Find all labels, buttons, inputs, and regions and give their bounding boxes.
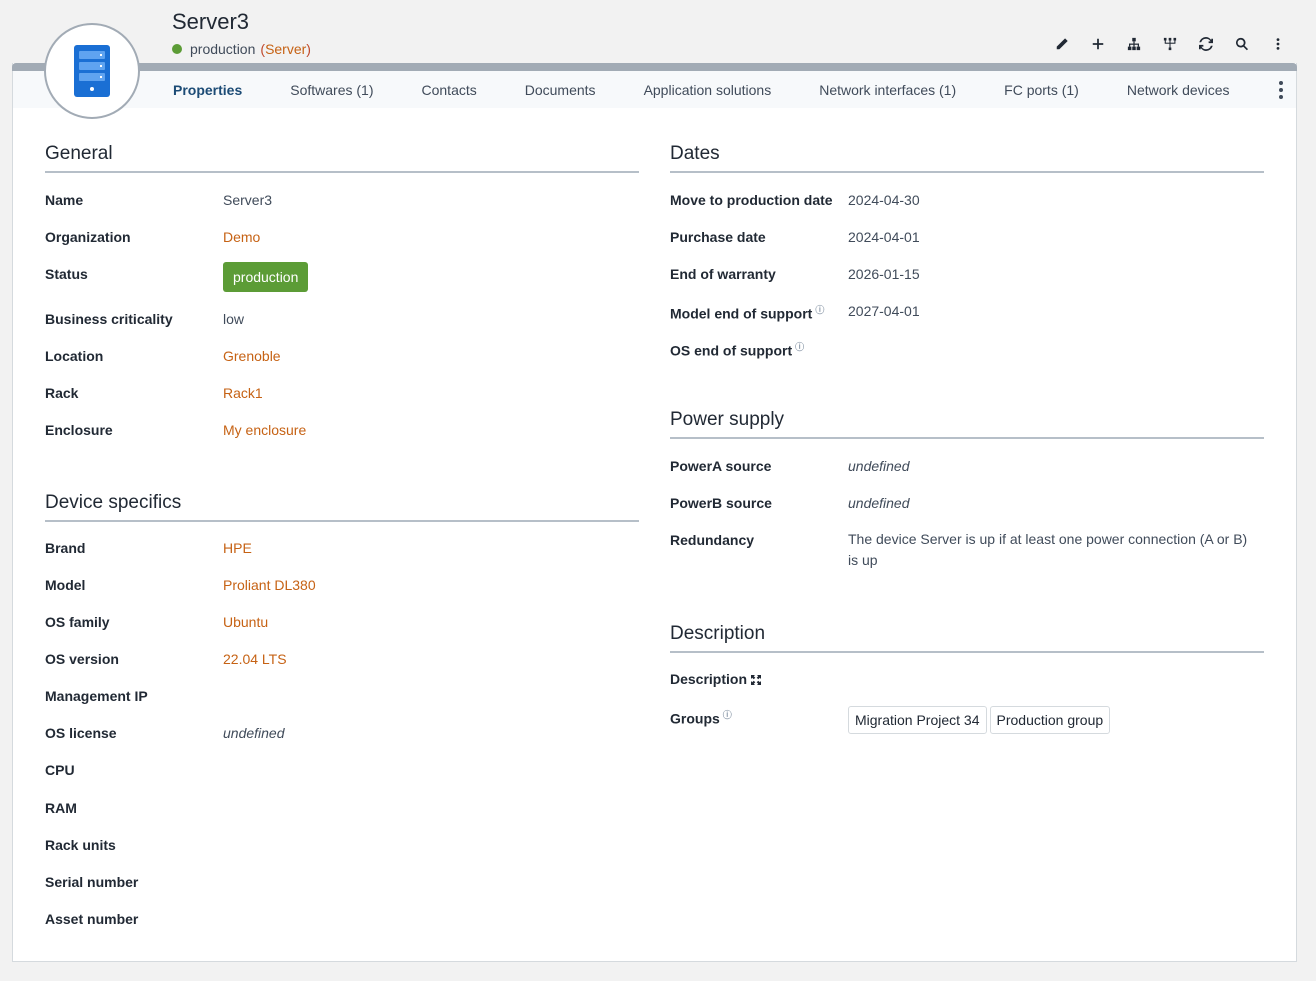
group-chip[interactable]: Migration Project 34 [848,706,987,734]
field-label: Rack units [45,837,116,853]
section-title: Description [670,623,1264,653]
status-dot-icon [172,44,182,54]
section-title: General [45,143,639,173]
add-button[interactable] [1080,33,1116,55]
field-value: The device Server is up if at least one … [848,531,1248,568]
field-label: RAM [45,800,77,816]
object-header: Server3 production (Server) [0,0,1316,64]
tab-application-solutions[interactable]: Application solutions [644,82,772,98]
server-icon [74,45,110,97]
field-label: PowerB source [670,495,772,511]
os-version-link[interactable]: 22.04 LTS [223,651,287,667]
more-icon [1276,38,1280,50]
field-value: undefined [848,458,910,474]
expand-icon[interactable] [751,672,762,688]
field-label: Location [45,348,104,364]
tab-contacts[interactable]: Contacts [422,82,477,98]
search-icon [1236,37,1249,51]
info-icon[interactable]: ⓘ [795,342,804,352]
field-label: Serial number [45,874,139,890]
field-label: Description [670,671,762,688]
edit-icon [1056,38,1068,50]
field-label: Groups ⓘ [670,710,732,727]
field-label: OS end of support ⓘ [670,342,805,359]
section-dates: Dates [670,143,1264,173]
section-description: Description [670,623,1264,653]
field-label: Model end of support ⓘ [670,305,825,322]
brand-link[interactable]: HPE [223,540,252,556]
status-text: production [190,41,256,57]
section-power-supply: Power supply [670,409,1264,439]
hierarchy-icon [1127,37,1141,51]
field-value: Server3 [223,192,273,208]
groups-list: Migration Project 34 Production group [848,706,1113,734]
field-value: low [223,311,245,327]
field-label: Name [45,192,84,208]
field-label: Redundancy [670,532,755,548]
field-label: Move to production date [670,192,833,208]
field-label: Enclosure [45,422,113,438]
network-icon [1163,37,1177,51]
tab-documents[interactable]: Documents [525,82,596,98]
info-icon[interactable]: ⓘ [723,710,732,720]
dependencies-button[interactable] [1152,33,1188,55]
impact-analysis-button[interactable] [1116,33,1152,55]
class-link[interactable]: Server [265,41,306,57]
refresh-icon [1199,37,1213,51]
field-label: Status [45,266,88,282]
field-value: 2026-01-15 [848,266,920,282]
field-label: Model [45,577,86,593]
toolbar [1044,33,1296,55]
enclosure-link[interactable]: My enclosure [223,422,306,438]
organization-link[interactable]: Demo [223,229,260,245]
section-title: Power supply [670,409,1264,439]
tab-fc-ports[interactable]: FC ports (1) [1004,82,1079,98]
section-title: Device specifics [45,492,639,522]
field-label: OS version [45,651,119,667]
add-icon [1092,38,1104,50]
rack-link[interactable]: Rack1 [223,385,263,401]
tab-properties[interactable]: Properties [173,82,242,98]
status-line: production (Server) [172,41,311,57]
field-label: OS license [45,725,117,741]
field-label: CPU [45,762,75,778]
field-value: 2024-04-30 [848,192,920,208]
edit-button[interactable] [1044,33,1080,55]
field-value: undefined [223,725,285,741]
section-title: Dates [670,143,1264,173]
search-button[interactable] [1224,33,1260,55]
model-link[interactable]: Proliant DL380 [223,577,316,593]
tabs-overflow-button[interactable] [1276,81,1286,99]
field-label: PowerA source [670,458,772,474]
page-title: Server3 [172,9,250,34]
status-badge: production [223,262,309,292]
os-family-link[interactable]: Ubuntu [223,614,268,630]
field-label: Management IP [45,688,148,704]
field-label: Purchase date [670,229,766,245]
tab-softwares[interactable]: Softwares (1) [290,82,373,98]
object-icon-frame [44,23,140,119]
section-general: General [45,143,639,173]
field-value: 2027-04-01 [848,303,920,319]
field-value: undefined [848,495,910,511]
panel-topbar [12,63,1297,71]
tab-network-interfaces[interactable]: Network interfaces (1) [819,82,956,98]
field-label: End of warranty [670,266,776,282]
field-label: Brand [45,540,86,556]
field-label: Asset number [45,911,139,927]
tab-bar: Properties Softwares (1) Contacts Docume… [13,71,1296,108]
more-actions-button[interactable] [1260,33,1296,55]
class-indicator: (Server) [260,41,311,57]
field-label: Rack [45,385,79,401]
group-chip[interactable]: Production group [989,706,1111,734]
tab-network-devices[interactable]: Network devices [1127,82,1230,98]
info-icon[interactable]: ⓘ [815,305,824,315]
location-link[interactable]: Grenoble [223,348,281,364]
field-label: Organization [45,229,131,245]
field-value: 2024-04-01 [848,229,920,245]
field-label: OS family [45,614,110,630]
refresh-button[interactable] [1188,33,1224,55]
field-label: Business criticality [45,311,173,327]
section-device-specifics: Device specifics [45,492,639,522]
